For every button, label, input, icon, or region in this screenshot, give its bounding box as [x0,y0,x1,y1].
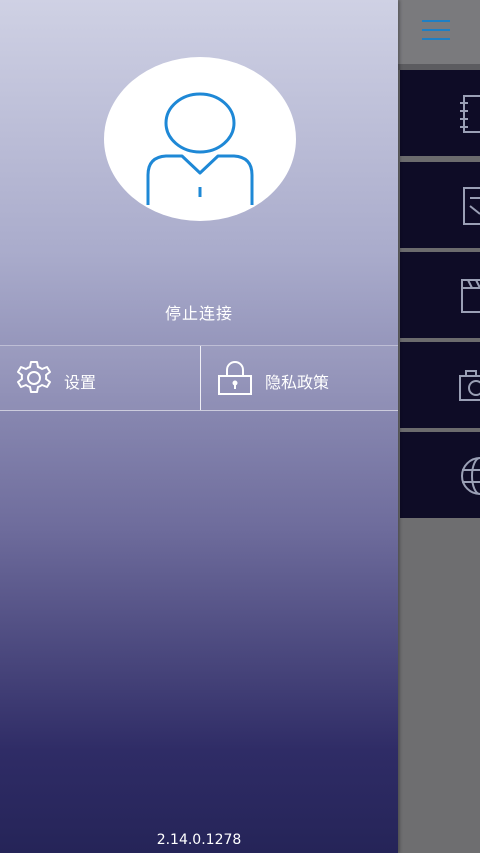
privacy-policy-label: 隐私政策 [265,373,330,392]
globe-icon [461,457,480,495]
avatar[interactable] [104,57,296,221]
navigation-drawer: 停止连接 设置 隐私政策 2.14.0.1278 [0,0,398,853]
disconnect-button[interactable]: 停止连接 [0,300,398,324]
background-tile-clapperboard[interactable] [400,252,480,338]
background-empty-area [400,518,480,853]
privacy-policy-button[interactable]: 隐私政策 [200,346,400,410]
clapperboard-icon [461,279,480,313]
user-profile-icon [146,92,254,205]
background-tile-document[interactable] [400,162,480,248]
document-icon [463,187,480,225]
drawer-action-row: 设置 隐私政策 [0,345,398,411]
app-version: 2.14.0.1278 [156,832,242,848]
background-tile-list [400,70,480,518]
background-tile-globe[interactable] [400,432,480,518]
settings-label: 设置 [64,373,97,392]
hamburger-menu-icon[interactable] [420,18,452,42]
notebook-icon [460,95,480,133]
camera-icon [459,370,480,401]
lock-icon [218,361,252,395]
gear-icon [17,361,51,393]
settings-button[interactable]: 设置 [0,346,199,410]
background-tile-notebook[interactable] [400,70,480,156]
background-tile-camera[interactable] [400,342,480,428]
